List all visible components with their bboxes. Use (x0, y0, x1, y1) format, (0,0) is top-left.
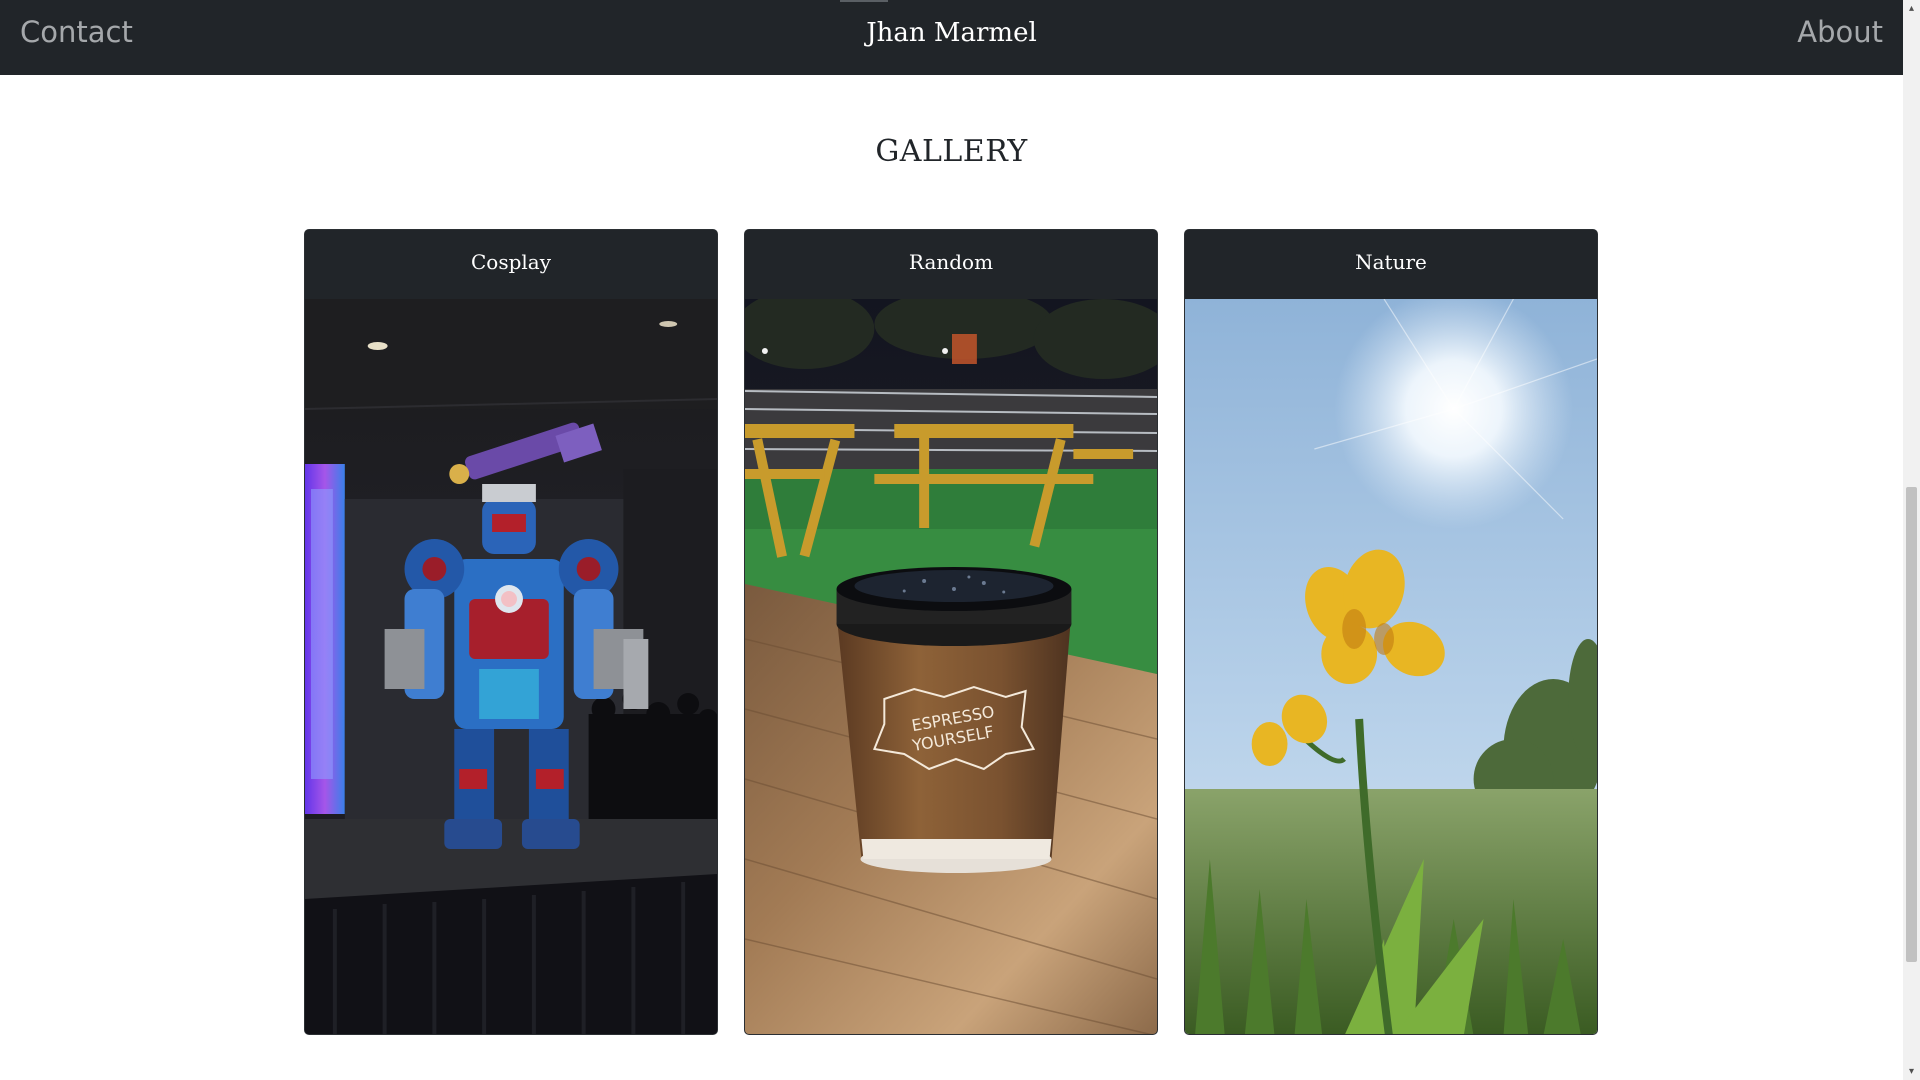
gallery-card-cosplay[interactable]: Cosplay (304, 229, 718, 1035)
brand-title[interactable]: Jhan Marmel (0, 20, 1903, 46)
card-header-nature: Nature (1185, 230, 1597, 299)
scrollbar-thumb[interactable] (1906, 487, 1917, 962)
card-header-random: Random (745, 230, 1157, 299)
random-image[interactable]: ESPRESSO YOURSELF (745, 299, 1157, 1035)
active-indicator (840, 0, 888, 2)
page-title: GALLERY (875, 134, 1028, 169)
gallery-card-random[interactable]: Random ESPRESSO YOURSELF (744, 229, 1158, 1035)
nav-link-about[interactable]: About (1797, 18, 1883, 47)
chevron-up-icon[interactable]: ▴ (1903, 0, 1920, 17)
card-header-cosplay: Cosplay (305, 230, 717, 299)
chevron-down-icon[interactable]: ▾ (1903, 1063, 1920, 1080)
cosplay-image[interactable] (305, 299, 717, 1035)
page-scrollbar[interactable]: ▴ ▾ (1903, 0, 1920, 1080)
nature-image[interactable] (1185, 299, 1597, 1035)
gallery-card-nature[interactable]: Nature (1184, 229, 1598, 1035)
top-navbar: Contact Jhan Marmel About (0, 0, 1903, 75)
